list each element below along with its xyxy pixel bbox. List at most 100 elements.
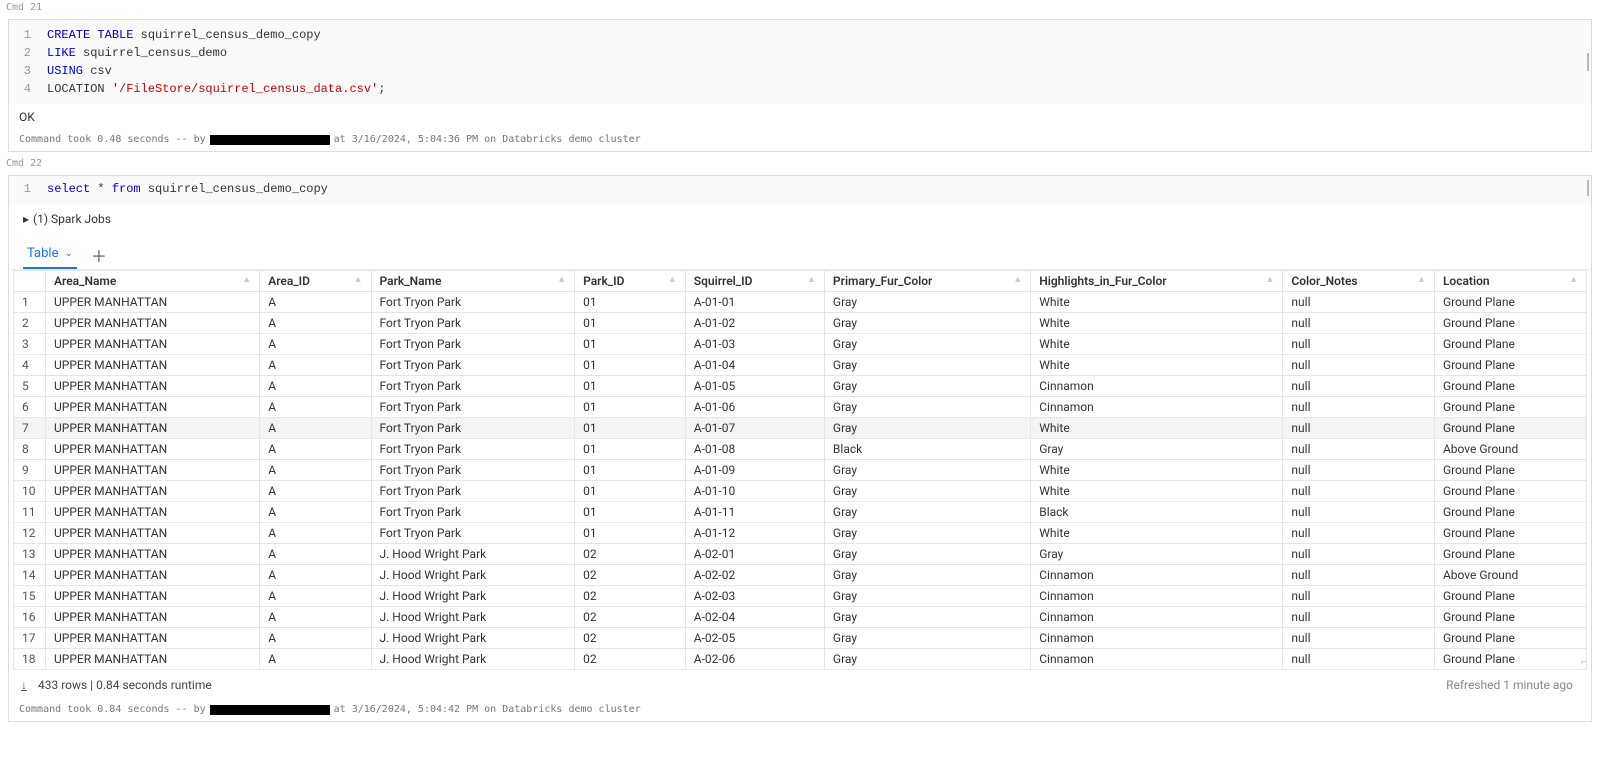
table-cell[interactable]: A-01-11	[685, 502, 824, 523]
table-cell[interactable]: A-01-04	[685, 355, 824, 376]
table-cell[interactable]: null	[1283, 439, 1435, 460]
table-cell[interactable]: Gray	[824, 502, 1030, 523]
table-cell[interactable]: A	[260, 292, 371, 313]
table-cell[interactable]: Ground Plane	[1434, 586, 1586, 607]
sort-icon[interactable]: ▲	[1265, 274, 1274, 285]
sort-icon[interactable]: ▲	[1569, 274, 1578, 285]
table-cell[interactable]: Ground Plane	[1434, 418, 1586, 439]
table-cell[interactable]: null	[1283, 313, 1435, 334]
code-line[interactable]: 3USING csv	[19, 62, 1581, 80]
table-cell[interactable]: Ground Plane	[1434, 544, 1586, 565]
code-editor-1[interactable]: 1CREATE TABLE squirrel_census_demo_copy2…	[9, 20, 1591, 104]
table-cell[interactable]: UPPER MANHATTAN	[46, 460, 260, 481]
table-cell[interactable]: UPPER MANHATTAN	[46, 586, 260, 607]
column-header[interactable]: Park_ID▲	[575, 271, 686, 292]
table-cell[interactable]: Cinnamon	[1031, 649, 1283, 670]
table-row[interactable]: 6UPPER MANHATTANAFort Tryon Park01A-01-0…	[14, 397, 1587, 418]
table-cell[interactable]: White	[1031, 523, 1283, 544]
table-cell[interactable]: J. Hood Wright Park	[371, 649, 575, 670]
table-cell[interactable]: 02	[575, 544, 686, 565]
code-text[interactable]: LIKE squirrel_census_demo	[47, 44, 227, 62]
table-cell[interactable]: UPPER MANHATTAN	[46, 544, 260, 565]
table-cell[interactable]: A-01-01	[685, 292, 824, 313]
code-text[interactable]: LOCATION '/FileStore/squirrel_census_dat…	[47, 80, 385, 98]
table-cell[interactable]: Gray	[824, 544, 1030, 565]
table-cell[interactable]: A-01-02	[685, 313, 824, 334]
column-header[interactable]: Area_ID▲	[260, 271, 371, 292]
table-cell[interactable]: null	[1283, 544, 1435, 565]
table-cell[interactable]: A	[260, 586, 371, 607]
table-cell[interactable]: 02	[575, 628, 686, 649]
table-cell[interactable]: Cinnamon	[1031, 565, 1283, 586]
table-cell[interactable]: Gray	[824, 334, 1030, 355]
table-cell[interactable]: UPPER MANHATTAN	[46, 649, 260, 670]
table-cell[interactable]: J. Hood Wright Park	[371, 544, 575, 565]
table-cell[interactable]: Black	[1031, 502, 1283, 523]
table-row[interactable]: 14UPPER MANHATTANAJ. Hood Wright Park02A…	[14, 565, 1587, 586]
table-cell[interactable]: Ground Plane	[1434, 460, 1586, 481]
table-cell[interactable]: null	[1283, 460, 1435, 481]
table-cell[interactable]: Ground Plane	[1434, 397, 1586, 418]
download-icon[interactable]: ↓	[21, 678, 27, 692]
table-cell[interactable]: 01	[575, 292, 686, 313]
table-cell[interactable]: UPPER MANHATTAN	[46, 292, 260, 313]
table-cell[interactable]: Fort Tryon Park	[371, 418, 575, 439]
table-cell[interactable]: A	[260, 649, 371, 670]
table-cell[interactable]: null	[1283, 523, 1435, 544]
table-cell[interactable]: 01	[575, 355, 686, 376]
table-cell[interactable]: 01	[575, 376, 686, 397]
sort-icon[interactable]: ▲	[1417, 274, 1426, 285]
table-cell[interactable]: A-01-09	[685, 460, 824, 481]
table-cell[interactable]: UPPER MANHATTAN	[46, 334, 260, 355]
table-cell[interactable]: Gray	[824, 376, 1030, 397]
table-cell[interactable]: UPPER MANHATTAN	[46, 439, 260, 460]
table-cell[interactable]: UPPER MANHATTAN	[46, 523, 260, 544]
table-cell[interactable]: UPPER MANHATTAN	[46, 565, 260, 586]
table-cell[interactable]: 01	[575, 439, 686, 460]
table-cell[interactable]: Ground Plane	[1434, 376, 1586, 397]
table-cell[interactable]: 02	[575, 586, 686, 607]
code-text[interactable]: USING csv	[47, 62, 112, 80]
chevron-down-icon[interactable]: ⌄	[64, 248, 72, 259]
table-cell[interactable]: A-02-02	[685, 565, 824, 586]
table-cell[interactable]: A-02-03	[685, 586, 824, 607]
code-line[interactable]: 2LIKE squirrel_census_demo	[19, 44, 1581, 62]
column-header[interactable]: Squirrel_ID▲	[685, 271, 824, 292]
table-row[interactable]: 18UPPER MANHATTANAJ. Hood Wright Park02A…	[14, 649, 1587, 670]
table-cell[interactable]: 01	[575, 481, 686, 502]
tab-table[interactable]: Table ⌄	[23, 240, 77, 269]
code-editor-2[interactable]: 1select * from squirrel_census_demo_copy	[9, 176, 1591, 204]
table-cell[interactable]: 01	[575, 397, 686, 418]
table-cell[interactable]: UPPER MANHATTAN	[46, 418, 260, 439]
table-row[interactable]: 4UPPER MANHATTANAFort Tryon Park01A-01-0…	[14, 355, 1587, 376]
table-cell[interactable]: Fort Tryon Park	[371, 481, 575, 502]
table-cell[interactable]: Gray	[824, 418, 1030, 439]
table-cell[interactable]: White	[1031, 481, 1283, 502]
table-cell[interactable]: A	[260, 607, 371, 628]
sort-icon[interactable]: ▲	[354, 274, 363, 285]
table-cell[interactable]: Cinnamon	[1031, 376, 1283, 397]
table-cell[interactable]: Ground Plane	[1434, 334, 1586, 355]
add-tab-button[interactable]: ＋	[85, 241, 113, 269]
table-cell[interactable]: A	[260, 355, 371, 376]
table-cell[interactable]: Gray	[1031, 544, 1283, 565]
table-cell[interactable]: Ground Plane	[1434, 481, 1586, 502]
table-row[interactable]: 5UPPER MANHATTANAFort Tryon Park01A-01-0…	[14, 376, 1587, 397]
table-cell[interactable]: Cinnamon	[1031, 628, 1283, 649]
table-cell[interactable]: A-01-08	[685, 439, 824, 460]
table-cell[interactable]: UPPER MANHATTAN	[46, 313, 260, 334]
table-cell[interactable]: UPPER MANHATTAN	[46, 376, 260, 397]
table-cell[interactable]: Fort Tryon Park	[371, 397, 575, 418]
table-cell[interactable]: A	[260, 481, 371, 502]
table-cell[interactable]: Ground Plane	[1434, 355, 1586, 376]
sort-icon[interactable]: ▲	[668, 274, 677, 285]
table-cell[interactable]: A	[260, 313, 371, 334]
code-line[interactable]: 1CREATE TABLE squirrel_census_demo_copy	[19, 26, 1581, 44]
table-cell[interactable]: A	[260, 544, 371, 565]
table-cell[interactable]: Fort Tryon Park	[371, 460, 575, 481]
table-row[interactable]: 12UPPER MANHATTANAFort Tryon Park01A-01-…	[14, 523, 1587, 544]
code-line[interactable]: 4LOCATION '/FileStore/squirrel_census_da…	[19, 80, 1581, 98]
table-cell[interactable]: A	[260, 334, 371, 355]
table-cell[interactable]: A	[260, 439, 371, 460]
table-cell[interactable]: A	[260, 418, 371, 439]
